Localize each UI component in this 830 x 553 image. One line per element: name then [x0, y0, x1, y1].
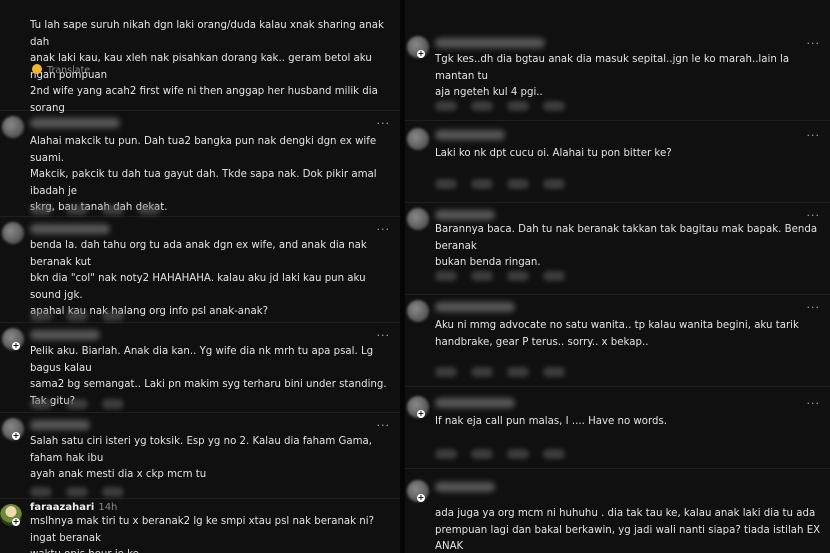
avatar[interactable]	[407, 300, 429, 322]
more-options-icon[interactable]: ...	[807, 298, 821, 311]
comment-item: ... Aku ni mmg advocate no satu wanita..…	[405, 294, 830, 387]
comment-item: Tu lah sape suruh nikah dgn laki orang/d…	[0, 0, 400, 114]
comment-text: Aku ni mmg advocate no satu wanita.. tp …	[435, 320, 799, 348]
follow-plus-icon[interactable]: +	[417, 494, 425, 502]
username-blurred	[30, 224, 110, 234]
avatar[interactable]	[407, 208, 429, 230]
comment-text: Salah satu ciri isteri yg toksik. Esp yg…	[30, 436, 373, 480]
comment-actions	[435, 444, 579, 459]
translate-link[interactable]: Translate	[30, 64, 90, 76]
emoji-icon	[32, 64, 42, 74]
comment-actions	[30, 200, 174, 215]
username[interactable]: faraazahari 14h	[30, 502, 117, 513]
comment-text: mslhnya mak tiri tu x beranak2 lg ke smp…	[30, 516, 374, 553]
username-blurred	[435, 130, 505, 140]
follow-plus-icon[interactable]: +	[12, 342, 20, 350]
comment-actions	[435, 96, 579, 111]
comment-text: Laki ko nk dpt cucu oi. Alahai tu pon bi…	[435, 148, 672, 159]
more-options-icon[interactable]: ...	[807, 394, 821, 407]
comment-item: + ... If nak eja call pun malas, I .... …	[405, 390, 830, 469]
username-blurred	[435, 482, 495, 492]
username-blurred	[30, 330, 100, 340]
more-options-icon[interactable]: ...	[377, 326, 391, 339]
right-screenshot: + ... Tgk kes..dh dia bgtau anak dia mas…	[405, 0, 830, 553]
username-blurred	[435, 398, 515, 408]
username-blurred	[435, 38, 545, 48]
comment-text: Barannya baca. Dah tu nak beranak takkan…	[435, 224, 818, 268]
avatar[interactable]	[2, 222, 24, 244]
comment-actions	[435, 362, 579, 377]
follow-plus-icon[interactable]: +	[417, 410, 425, 418]
username-blurred	[30, 420, 90, 430]
username-blurred	[30, 118, 120, 128]
more-options-icon[interactable]: ...	[807, 206, 821, 219]
follow-plus-icon[interactable]: +	[417, 50, 425, 58]
avatar[interactable]	[407, 128, 429, 150]
username-blurred	[435, 302, 515, 312]
comment-item: + ada juga ya org mcm ni huhuhu . dia ta…	[405, 474, 830, 553]
more-options-icon[interactable]: ...	[377, 416, 391, 429]
left-screenshot: Tu lah sape suruh nikah dgn laki orang/d…	[0, 0, 400, 553]
comment-text: If nak eja call pun malas, I .... Have n…	[435, 416, 668, 427]
comment-item: + faraazahari 14h mslhnya mak tiri tu x b…	[0, 498, 400, 553]
follow-plus-icon[interactable]: +	[12, 518, 20, 526]
comment-item: ... Laki ko nk dpt cucu oi. Alahai tu po…	[405, 122, 830, 203]
comment-text: Tgk kes..dh dia bgtau anak dia masuk sep…	[435, 54, 790, 98]
comment-item: ... Barannya baca. Dah tu nak beranak ta…	[405, 202, 830, 295]
comment-actions	[30, 306, 138, 321]
comment-item: + ... Pelik aku. Biarlah. Anak dia kan..…	[0, 322, 400, 413]
username-blurred	[435, 210, 495, 220]
comment-item: + ... Tgk kes..dh dia bgtau anak dia mas…	[405, 30, 830, 121]
follow-plus-icon[interactable]: +	[12, 432, 20, 440]
more-options-icon[interactable]: ...	[377, 220, 391, 233]
comment-item: ... Alahai makcik tu pun. Dah tua2 bangk…	[0, 110, 400, 217]
comment-actions	[30, 394, 138, 409]
comment-item: + ... Salah satu ciri isteri yg toksik. …	[0, 412, 400, 499]
avatar[interactable]	[2, 116, 24, 138]
more-options-icon[interactable]: ...	[807, 34, 821, 47]
comment-actions	[30, 482, 138, 497]
comment-text: ada juga ya org mcm ni huhuhu . dia tak …	[435, 508, 821, 552]
timestamp: 14h	[98, 502, 118, 513]
comment-item: ... benda la. dah tahu org tu ada anak d…	[0, 216, 400, 323]
more-options-icon[interactable]: ...	[807, 126, 821, 139]
comment-actions	[435, 266, 579, 281]
comment-actions	[435, 174, 579, 189]
more-options-icon[interactable]: ...	[377, 114, 391, 127]
